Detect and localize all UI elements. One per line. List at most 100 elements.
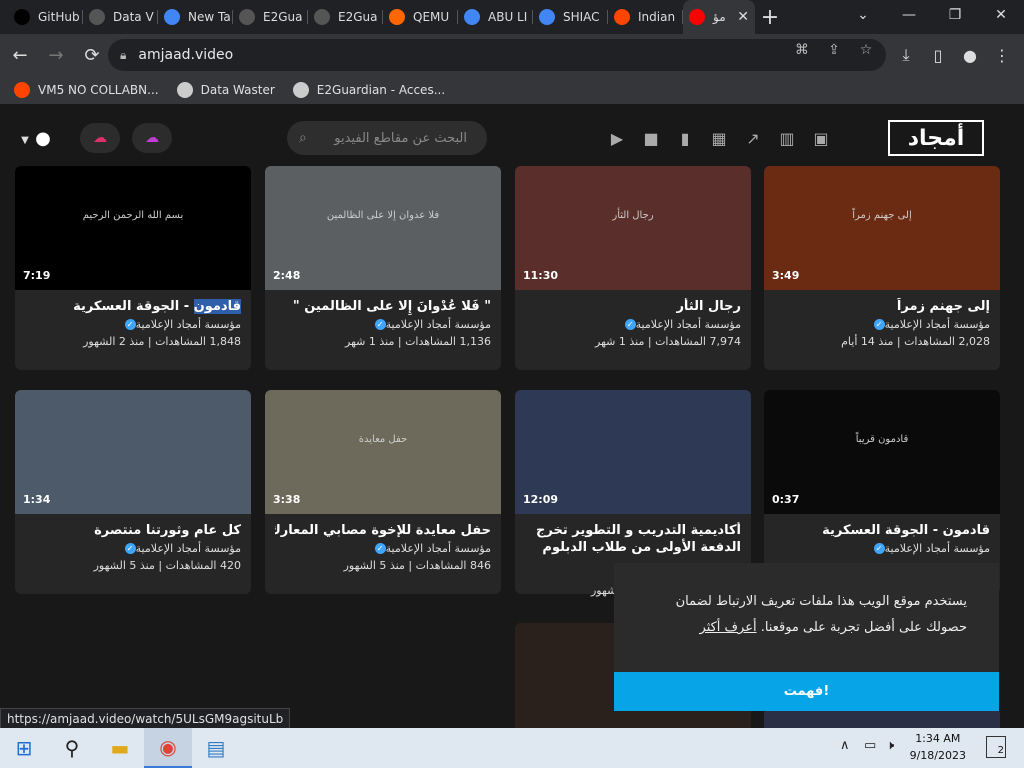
side-panel-icon[interactable]: ▯ [922, 39, 954, 71]
channel-name[interactable]: مؤسسة أمجاد الإعلامية ✓ [774, 318, 990, 331]
channel-name[interactable]: مؤسسة أمجاد الإعلامية ✓ [774, 542, 990, 555]
browser-tab[interactable]: E2Gua [233, 0, 308, 34]
channel-name[interactable]: مؤسسة أمجاد الإعلامية ✓ [25, 542, 241, 555]
close-tab-icon[interactable]: ✕ [737, 9, 749, 25]
search-icon[interactable]: ⌕ [299, 130, 307, 146]
video-thumbnail[interactable]: 1:34 [15, 390, 251, 514]
video-card[interactable]: فلا عدوان إلا على الظالمين 2:48 " فَلا عُد… [265, 166, 501, 370]
video-title[interactable]: قادمون - الجوقة العسكرية [774, 522, 990, 539]
network-icon[interactable]: ▭ [864, 738, 876, 753]
video-thumbnail[interactable]: إلى جهنم زمراً 3:49 [764, 166, 1000, 290]
video-stats: 1,136 المشاهدات | منذ 1 شهر [345, 335, 491, 348]
video-camera-icon[interactable]: ■ [640, 127, 662, 149]
address-bar[interactable]: 🔒︎ amjaad.video [108, 39, 886, 71]
translate-icon[interactable]: ⌘ [792, 42, 812, 60]
browser-tab[interactable]: ABU LI [458, 0, 533, 34]
video-meta: كل عام وثورتنا منتصرة مؤسسة أمجاد الإعلام… [25, 522, 241, 572]
video-card[interactable]: 1:34 كل عام وثورتنا منتصرة مؤسسة أمجاد الإ… [15, 390, 251, 594]
video-thumbnail[interactable]: 12:09 [515, 390, 751, 514]
video-thumbnail[interactable]: حفل معايدة 3:38 [265, 390, 501, 514]
tab-search-icon[interactable]: ⌄ [840, 0, 886, 30]
minimize-button[interactable]: — [886, 0, 932, 30]
video-card[interactable]: رجال الثأر 11:30 رجال الثأر مؤسسة أمجاد الإ… [515, 166, 751, 370]
video-meta: قادمون - الجوقة العسكرية مؤسسة أمجاد الإع… [25, 298, 241, 348]
channel-name[interactable]: مؤسسة أمجاد الإعلامية ✓ [275, 542, 491, 555]
search-input[interactable]: البحث عن مقاطع الفيديو ⌕ [287, 121, 487, 155]
video-title[interactable]: حفل معايدة للإخوة مصابي المعارك [275, 522, 491, 539]
menu-icon[interactable]: ⋮ [986, 39, 1018, 71]
site-logo[interactable]: أمجاد [888, 120, 984, 156]
upload-button[interactable]: ☁ [80, 123, 120, 153]
notifications-icon[interactable]: 2 [986, 736, 1006, 758]
user-icon[interactable]: ● [32, 127, 54, 149]
channel-name[interactable]: مؤسسة أمجاد الإعلامية ✓ [275, 318, 491, 331]
channel-name[interactable]: مؤسسة أمجاد الإعلامية ✓ [525, 318, 741, 331]
system-clock[interactable]: 1:34 AM 9/18/2023 [910, 730, 966, 764]
bookmark-label: E2Guardian - Acces... [316, 83, 446, 97]
video-meta: " فَلا عُدْوانَ إِلا على الظالمين " مؤسسة… [275, 298, 491, 348]
browser-tab[interactable]: مؤ ✕ [683, 0, 755, 34]
search-icon[interactable]: ⚲ [48, 728, 96, 768]
video-title[interactable]: " فَلا عُدْوانَ إِلا على الظالمين " [275, 298, 491, 315]
browser-tab[interactable]: E2Gua [308, 0, 383, 34]
browser-tab[interactable]: QEMU [383, 0, 458, 34]
cookie-accept-button[interactable]: فهمت! [614, 672, 999, 711]
browser-tab[interactable]: Indian [608, 0, 683, 34]
volume-muted-icon[interactable]: 🕨︎ [886, 738, 894, 753]
video-title-text: كل عام وثورتنا منتصرة [94, 523, 241, 538]
channel-name-text: مؤسسة أمجاد الإعلامية [385, 542, 491, 555]
video-card[interactable]: إلى جهنم زمراً 3:49 إلى جهنم زمراً مؤسسة أم… [764, 166, 1000, 370]
video-card[interactable]: حفل معايدة 3:38 حفل معايدة للإخوة مصابي ال… [265, 390, 501, 594]
file-explorer-icon[interactable]: ▬ [96, 728, 144, 768]
lock-icon[interactable]: 🔒︎ [120, 48, 126, 63]
live-upload-button[interactable]: ☁ [132, 123, 172, 153]
browser-tab[interactable]: SHIAC [533, 0, 608, 34]
download-icon[interactable]: ⤓ [890, 39, 922, 71]
new-tab-button[interactable]: + [755, 0, 785, 34]
share-icon[interactable]: ⇪ [824, 42, 844, 60]
video-thumbnail[interactable]: رجال الثأر 11:30 [515, 166, 751, 290]
video-thumbnail[interactable]: فلا عدوان إلا على الظالمين 2:48 [265, 166, 501, 290]
close-window-button[interactable]: ✕ [978, 0, 1024, 30]
playlist-icon[interactable]: ▣ [810, 127, 832, 149]
video-card[interactable] [764, 708, 1000, 728]
video-title[interactable]: قادمون - الجوقة العسكرية [25, 298, 241, 315]
chrome-icon[interactable]: ◉ [144, 728, 192, 768]
video-title[interactable]: كل عام وثورتنا منتصرة [25, 522, 241, 539]
channel-name[interactable]: مؤسسة أمجاد الإعلامية ✓ [25, 318, 241, 331]
bookmark-item[interactable]: Data Waster [176, 82, 275, 98]
profile-icon[interactable]: ● [954, 39, 986, 71]
video-duration: 12:09 [523, 493, 559, 506]
video-thumbnail[interactable] [764, 708, 1000, 728]
show-hidden-icons[interactable]: ∧ [840, 738, 850, 753]
video-thumbnail[interactable]: قادمون قريباً 0:37 [764, 390, 1000, 514]
control-panel-icon[interactable]: ▤ [192, 728, 240, 768]
video-title-text: أكاديمية التدريب و التطوير تخرج الدفعة ا… [536, 523, 741, 555]
back-button[interactable]: ← [4, 39, 36, 71]
play-icon[interactable]: ▶ [606, 127, 628, 149]
film-icon[interactable]: ▦ [708, 127, 730, 149]
bookmark-item[interactable]: E2Guardian - Acces... [292, 82, 446, 98]
video-title[interactable]: إلى جهنم زمراً [774, 298, 990, 315]
reload-button[interactable]: ⟳ [76, 39, 108, 71]
bookmark-star-icon[interactable]: ☆ [856, 42, 876, 60]
trending-icon[interactable]: ↗ [742, 127, 764, 149]
chart-icon[interactable]: ▥ [776, 127, 798, 149]
video-title[interactable]: رجال الثأر [525, 298, 741, 315]
video-card[interactable]: بسم الله الرحمن الرحيم 7:19 قادمون - الجوق… [15, 166, 251, 370]
clips-icon[interactable]: ▮ [674, 127, 696, 149]
url-text: amjaad.video [138, 47, 234, 63]
video-duration: 1:34 [23, 493, 51, 506]
bookmark-item[interactable]: VM5 NO COLLABN... [14, 82, 159, 98]
video-duration: 0:37 [772, 493, 800, 506]
video-stats: 846 المشاهدات | منذ 5 الشهور [343, 559, 491, 572]
browser-tab[interactable]: Data V [83, 0, 158, 34]
restore-button[interactable]: ❐ [932, 0, 978, 30]
video-title[interactable]: أكاديمية التدريب و التطوير تخرج الدفعة ا… [525, 522, 741, 556]
windows-start-icon[interactable]: ⊞ [0, 728, 48, 768]
video-thumbnail[interactable]: بسم الله الرحمن الرحيم 7:19 [15, 166, 251, 290]
browser-tab[interactable]: GitHub [8, 0, 83, 34]
learn-more-link[interactable]: أعرف أكثر [700, 620, 757, 635]
forward-button[interactable]: → [40, 39, 72, 71]
browser-tab[interactable]: New Ta [158, 0, 233, 34]
